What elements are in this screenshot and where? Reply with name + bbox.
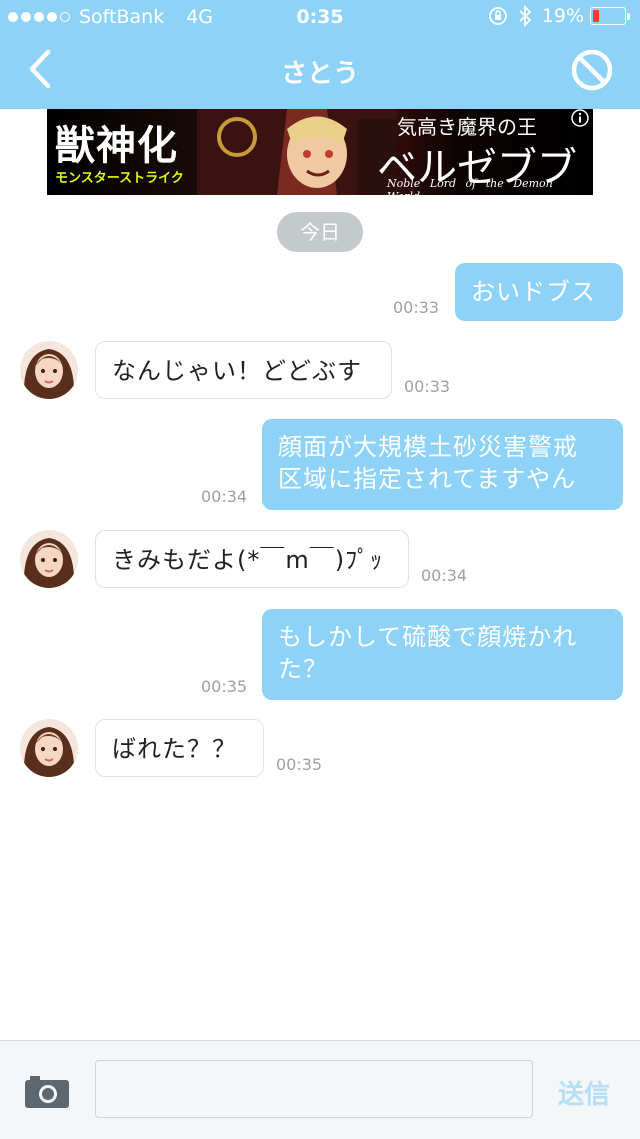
incoming-message[interactable]: きみもだよ(*￣m￣)ﾌﾟｯ (95, 530, 409, 588)
camera-button[interactable] (25, 1074, 69, 1108)
info-icon[interactable] (571, 109, 589, 127)
status-bar: SoftBank 4G 0:35 19% (0, 0, 640, 36)
avatar[interactable] (20, 530, 78, 588)
battery-icon (590, 7, 626, 25)
message-text-line: 区域に指定されてますやん (278, 465, 577, 493)
battery-percent: 19% (541, 5, 584, 27)
banner-english-tagline: Noble Lord of the Demon World (387, 177, 553, 195)
page-title: さとう (280, 59, 359, 89)
message-timestamp: 00:33 (393, 298, 440, 317)
banner-character-illustration (197, 109, 397, 195)
avatar[interactable] (20, 341, 78, 399)
block-user-button[interactable] (570, 48, 614, 92)
outgoing-message[interactable]: もしかして硫酸で顔焼かれ た？ (262, 609, 623, 700)
message-timestamp: 00:35 (276, 755, 323, 774)
app-header: SoftBank 4G 0:35 19% さとう (0, 0, 640, 109)
message-text-line: おいドブス (471, 278, 596, 306)
message-timestamp: 00:34 (421, 566, 468, 585)
message-text-line: もしかして硫酸で顔焼かれ (278, 623, 578, 651)
outgoing-message[interactable]: おいドブス (455, 263, 623, 321)
message-timestamp: 00:33 (404, 377, 451, 396)
message-text-line: きみもだよ(*￣m￣)ﾌﾟｯ (112, 546, 384, 574)
rotation-lock-icon (488, 7, 507, 25)
message-input[interactable] (95, 1060, 533, 1118)
date-divider: 今日 (277, 212, 363, 252)
bluetooth-icon (519, 5, 532, 27)
incoming-message[interactable]: ばれた？？ (95, 719, 264, 777)
camera-icon (25, 1076, 69, 1108)
outgoing-message[interactable]: 顔面が大規模土砂災害警戒 区域に指定されてますやん (262, 419, 623, 510)
compose-bar: 送信 (0, 1040, 640, 1139)
message-timestamp: 00:34 (201, 487, 248, 506)
banner-left-title: 獣神化 (55, 122, 178, 169)
incoming-message[interactable]: なんじゃい！どどぶす (95, 341, 392, 399)
avatar[interactable] (20, 719, 78, 777)
message-text-line: ばれた？？ (112, 735, 237, 763)
message-timestamp: 00:35 (201, 677, 248, 696)
banner-game-logo: モンスターストライク (55, 171, 184, 186)
ad-banner[interactable]: 獣神化 モンスターストライク 気高き魔界の王 ベルゼブブ Noble Lord … (47, 109, 593, 195)
send-button[interactable]: 送信 (558, 1074, 610, 1111)
message-text-line: た？ (278, 655, 328, 683)
message-text-line: なんじゃい！どどぶす (112, 357, 362, 385)
message-text-line: 顔面が大規模土砂災害警戒 (278, 433, 578, 461)
block-icon (571, 49, 613, 91)
